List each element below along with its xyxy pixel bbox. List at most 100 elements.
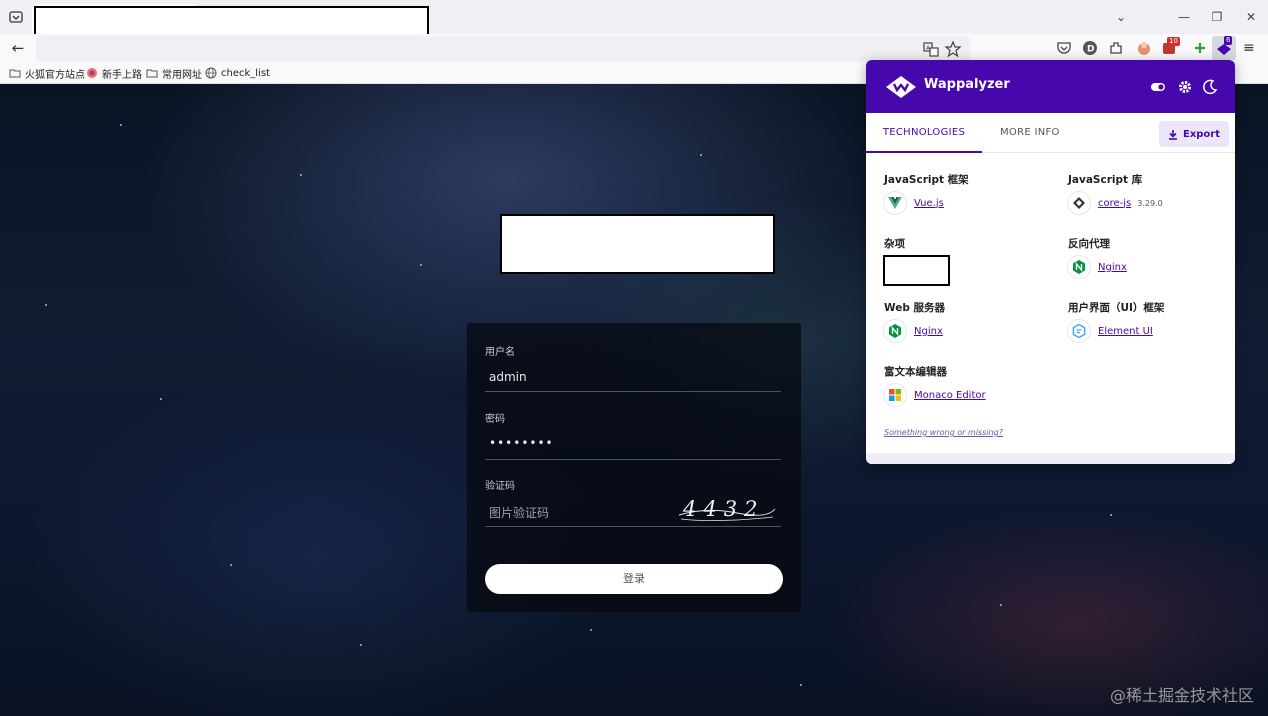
bookmark-item[interactable]: 常用网址 [146,65,202,81]
wappalyzer-extension-button[interactable]: 6 [1212,36,1236,60]
captcha-text: 4432 [683,497,765,521]
tech-nginx-proxy[interactable]: Nginx [1068,256,1127,278]
tech-link[interactable]: Element UI [1098,326,1153,337]
pocket-icon[interactable] [1055,39,1073,57]
wappalyzer-title: Wappalyzer [924,77,1010,92]
plus-extension-icon[interactable] [1191,39,1209,57]
wappalyzer-badge: 6 [1224,36,1233,45]
adblock-badge: 10 [1167,37,1180,46]
list-all-tabs-icon[interactable]: ⌄ [1113,9,1129,25]
menu-icon[interactable]: ≡ [1243,39,1259,57]
svg-text:D: D [1087,45,1094,55]
translate-icon[interactable]: A [922,40,940,58]
redacted-site-logo [500,214,775,274]
captcha-label: 验证码 [485,481,515,492]
redacted-misc-tech [883,255,950,286]
tech-link[interactable]: Nginx [914,326,943,337]
tech-version: 3.29.0 [1137,198,1163,208]
username-underline [485,391,781,392]
username-label: 用户名 [485,347,515,358]
restore-icon[interactable]: ❐ [1209,9,1225,25]
folder-icon [9,69,21,78]
category-reverse-proxy: 反向代理 [1068,238,1110,250]
wappalyzer-popup: Wappalyzer TECHNOLOGIES MORE INFO Export… [866,60,1235,464]
tech-core-js[interactable]: core-js 3.29.0 [1068,192,1163,214]
minimize-icon[interactable]: — [1176,9,1192,25]
tech-link[interactable]: Vue.js [914,198,944,209]
popup-footer-strip [866,453,1235,464]
category-web-server: Web 服务器 [884,302,946,314]
star [800,684,802,686]
tab-more-info[interactable]: MORE INFO [1000,113,1060,153]
nav-bar: ← A D 10 6 ≡ [0,34,1268,62]
star [360,644,362,646]
category-misc: 杂项 [884,238,905,250]
login-button[interactable]: 登录 [485,564,783,594]
password-underline [485,459,781,460]
tech-nginx-server[interactable]: Nginx [884,320,943,342]
category-js-library: JavaScript 库 [1068,174,1143,186]
close-window-icon[interactable]: ✕ [1243,9,1259,25]
password-input[interactable]: •••••••• [489,436,554,450]
category-js-framework: JavaScript 框架 [884,174,969,186]
captcha-image[interactable]: 4432 [677,497,777,525]
bookmark-label: check_list [221,67,270,79]
wappalyzer-logo-icon [886,76,916,98]
tech-link[interactable]: Monaco Editor [914,390,986,401]
bookmark-label: 新手上路 [102,69,142,81]
wappalyzer-tabs: TECHNOLOGIES MORE INFO Export [866,113,1235,153]
star [45,304,47,306]
cookie-extension-icon[interactable] [1135,39,1153,57]
gear-icon[interactable] [1177,79,1193,95]
tech-link[interactable]: Nginx [1098,262,1127,273]
tab-technologies[interactable]: TECHNOLOGIES [866,113,982,153]
bookmark-label: 火狐官方站点 [25,69,85,81]
tech-link[interactable]: core-js [1098,198,1131,209]
browser-window: ⌄ — ❐ ✕ ← A D 10 6 ≡ 火狐官方站点 新手上路 常用网址 ch… [0,0,1268,716]
tech-element-ui[interactable]: Element UI [1068,320,1153,342]
captcha-input[interactable]: 图片验证码 [489,504,549,521]
tab-list-icon[interactable] [8,9,24,25]
star [230,564,232,566]
export-button[interactable]: Export [1159,121,1229,147]
bookmark-item[interactable]: 火狐官方站点 [9,65,85,81]
star [300,174,302,176]
firefox-icon [87,68,97,78]
bookmark-star-icon[interactable] [944,40,962,58]
microsoft-icon [884,384,906,406]
export-label: Export [1182,128,1221,140]
moon-icon[interactable] [1202,79,1218,95]
nginx-icon [1068,256,1090,278]
feedback-link[interactable]: Something wrong or missing? [884,428,1003,437]
wappalyzer-header: Wappalyzer [866,60,1235,113]
tech-monaco[interactable]: Monaco Editor [884,384,986,406]
account-icon[interactable]: D [1081,39,1099,57]
bookmark-item[interactable]: 新手上路 [86,65,142,81]
bookmark-item[interactable]: check_list [205,65,270,81]
back-button[interactable]: ← [8,38,28,58]
star [590,629,592,631]
url-bar[interactable]: A [36,36,970,62]
folder-icon [146,69,158,78]
extensions-icon[interactable] [1107,39,1125,57]
adblock-extension[interactable]: 10 [1161,37,1181,58]
password-label: 密码 [485,414,505,425]
nginx-icon [884,320,906,342]
element-ui-icon [1068,320,1090,342]
bookmark-label: 常用网址 [162,69,202,81]
tech-vue[interactable]: Vue.js [884,192,944,214]
download-icon [1168,129,1177,140]
core-js-icon [1068,192,1090,214]
globe-icon [205,67,217,79]
category-rich-text: 富文本编辑器 [884,366,947,378]
login-form: 用户名 admin 密码 •••••••• 验证码 图片验证码 4432 登录 [467,323,801,612]
star [160,398,162,400]
star [1000,604,1002,606]
star [1110,514,1112,516]
toggle-icon[interactable] [1150,79,1166,95]
username-input[interactable]: admin [489,370,527,384]
watermark: @稀土掘金技术社区 [1109,686,1254,705]
star [120,124,122,126]
tab-strip: ⌄ — ❐ ✕ [0,0,1268,64]
star [420,264,422,266]
